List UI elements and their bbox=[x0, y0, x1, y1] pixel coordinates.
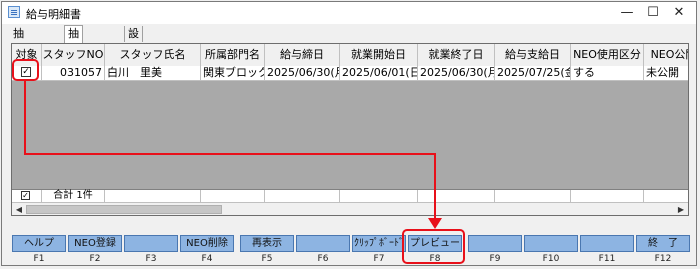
column-header[interactable]: NEO使用区分 bbox=[571, 44, 644, 66]
clipboard-button[interactable]: ｸﾘｯﾌﾟﾎﾞｰﾄﾞ bbox=[352, 235, 406, 252]
neo-use-cell: する bbox=[571, 66, 644, 80]
key-label: F10 bbox=[542, 254, 560, 264]
window-title: 給与明細書 bbox=[26, 8, 81, 21]
f6-button[interactable] bbox=[296, 235, 350, 252]
total-row: ✓ 合計 1件 bbox=[12, 189, 688, 202]
grid-header: 対象 スタッフNO スタッフ氏名 所属部門名 給与締日 就業開始日 就業終了日 … bbox=[12, 44, 688, 67]
annotation-line bbox=[24, 153, 436, 155]
total-cell bbox=[265, 190, 340, 202]
exit-button[interactable]: 終 了 bbox=[636, 235, 690, 252]
column-header[interactable]: スタッフ氏名 bbox=[105, 44, 201, 66]
tab-extract-conditions[interactable]: 抽出条件 bbox=[10, 26, 27, 88]
work-start-cell: 2025/06/01(日) bbox=[342, 66, 418, 80]
column-header[interactable]: 給与締日 bbox=[265, 44, 340, 66]
total-check-cell: ✓ bbox=[12, 190, 42, 202]
f10-button[interactable] bbox=[524, 235, 578, 252]
total-cell bbox=[644, 190, 688, 202]
app-window: 給与明細書 — ☐ ✕ 抽出条件 抽出結果 設定 対象 スタッフNO スタッフ氏… bbox=[1, 1, 697, 266]
horizontal-scrollbar[interactable]: ◀ ▶ bbox=[12, 202, 688, 215]
checkbox-highlight bbox=[12, 59, 39, 81]
column-header[interactable]: 就業終了日 bbox=[418, 44, 495, 66]
key-label: F5 bbox=[261, 254, 273, 264]
f9-button[interactable] bbox=[468, 235, 522, 252]
document-icon bbox=[8, 6, 20, 18]
preview-highlight bbox=[402, 229, 465, 264]
column-header[interactable]: 給与支給日 bbox=[495, 44, 571, 66]
total-checkbox[interactable]: ✓ bbox=[21, 191, 30, 200]
neo-public-cell: 未公開 bbox=[644, 66, 688, 80]
key-label: F9 bbox=[489, 254, 501, 264]
neo-register-button[interactable]: NEO登録 bbox=[68, 235, 122, 252]
function-key-bar: ヘルプ NEO登録 NEO削除 再表示 ｸﾘｯﾌﾟﾎﾞｰﾄﾞ プレビュー 終 了 bbox=[12, 235, 691, 253]
column-header[interactable]: スタッフNO bbox=[42, 44, 105, 66]
key-label: F1 bbox=[33, 254, 45, 264]
total-label: 合計 1件 bbox=[42, 190, 105, 202]
scroll-thumb[interactable] bbox=[26, 205, 222, 214]
annotation-arrow-icon bbox=[428, 218, 442, 229]
scroll-right-icon[interactable]: ▶ bbox=[675, 204, 687, 215]
key-label: F6 bbox=[317, 254, 329, 264]
total-cell bbox=[495, 190, 571, 202]
column-header[interactable]: 所属部門名 bbox=[201, 44, 265, 66]
key-label: F7 bbox=[373, 254, 385, 264]
total-cell bbox=[340, 190, 418, 202]
scroll-left-icon[interactable]: ◀ bbox=[13, 204, 25, 215]
tab-settings[interactable]: 設定 bbox=[124, 26, 143, 56]
total-cell bbox=[418, 190, 495, 202]
key-label: F4 bbox=[201, 254, 213, 264]
annotation-line bbox=[24, 81, 26, 155]
title-bar: 給与明細書 — ☐ ✕ bbox=[2, 2, 696, 24]
table-row[interactable]: ✓ 031057 白川 里美 関東ブロック 2025/06/30(月) 2025… bbox=[12, 66, 688, 81]
key-label: F11 bbox=[598, 254, 616, 264]
annotation-line bbox=[434, 153, 436, 219]
total-cell bbox=[105, 190, 201, 202]
work-end-cell: 2025/06/30(月) bbox=[420, 66, 495, 80]
department-cell: 関東ブロック bbox=[203, 66, 265, 80]
total-cell bbox=[201, 190, 265, 202]
tab-extract-results[interactable]: 抽出結果 bbox=[64, 25, 83, 88]
results-grid: 対象 スタッフNO スタッフ氏名 所属部門名 給与締日 就業開始日 就業終了日 … bbox=[11, 43, 689, 216]
column-header[interactable]: 就業開始日 bbox=[340, 44, 418, 66]
f3-button[interactable] bbox=[124, 235, 178, 252]
neo-delete-button[interactable]: NEO削除 bbox=[180, 235, 234, 252]
pay-date-cell: 2025/07/25(金) bbox=[495, 66, 571, 80]
key-label: F12 bbox=[654, 254, 672, 264]
help-button[interactable]: ヘルプ bbox=[12, 235, 66, 252]
column-header[interactable]: NEO公開 bbox=[644, 44, 688, 66]
refresh-button[interactable]: 再表示 bbox=[240, 235, 294, 252]
total-cell bbox=[571, 190, 644, 202]
close-button[interactable]: ✕ bbox=[662, 2, 696, 24]
key-label: F3 bbox=[145, 254, 157, 264]
staff-name-cell: 白川 里美 bbox=[105, 66, 201, 80]
key-label: F2 bbox=[89, 254, 101, 264]
f11-button[interactable] bbox=[580, 235, 634, 252]
staff-no-cell: 031057 bbox=[42, 66, 105, 80]
closing-date-cell: 2025/06/30(月) bbox=[265, 66, 340, 80]
